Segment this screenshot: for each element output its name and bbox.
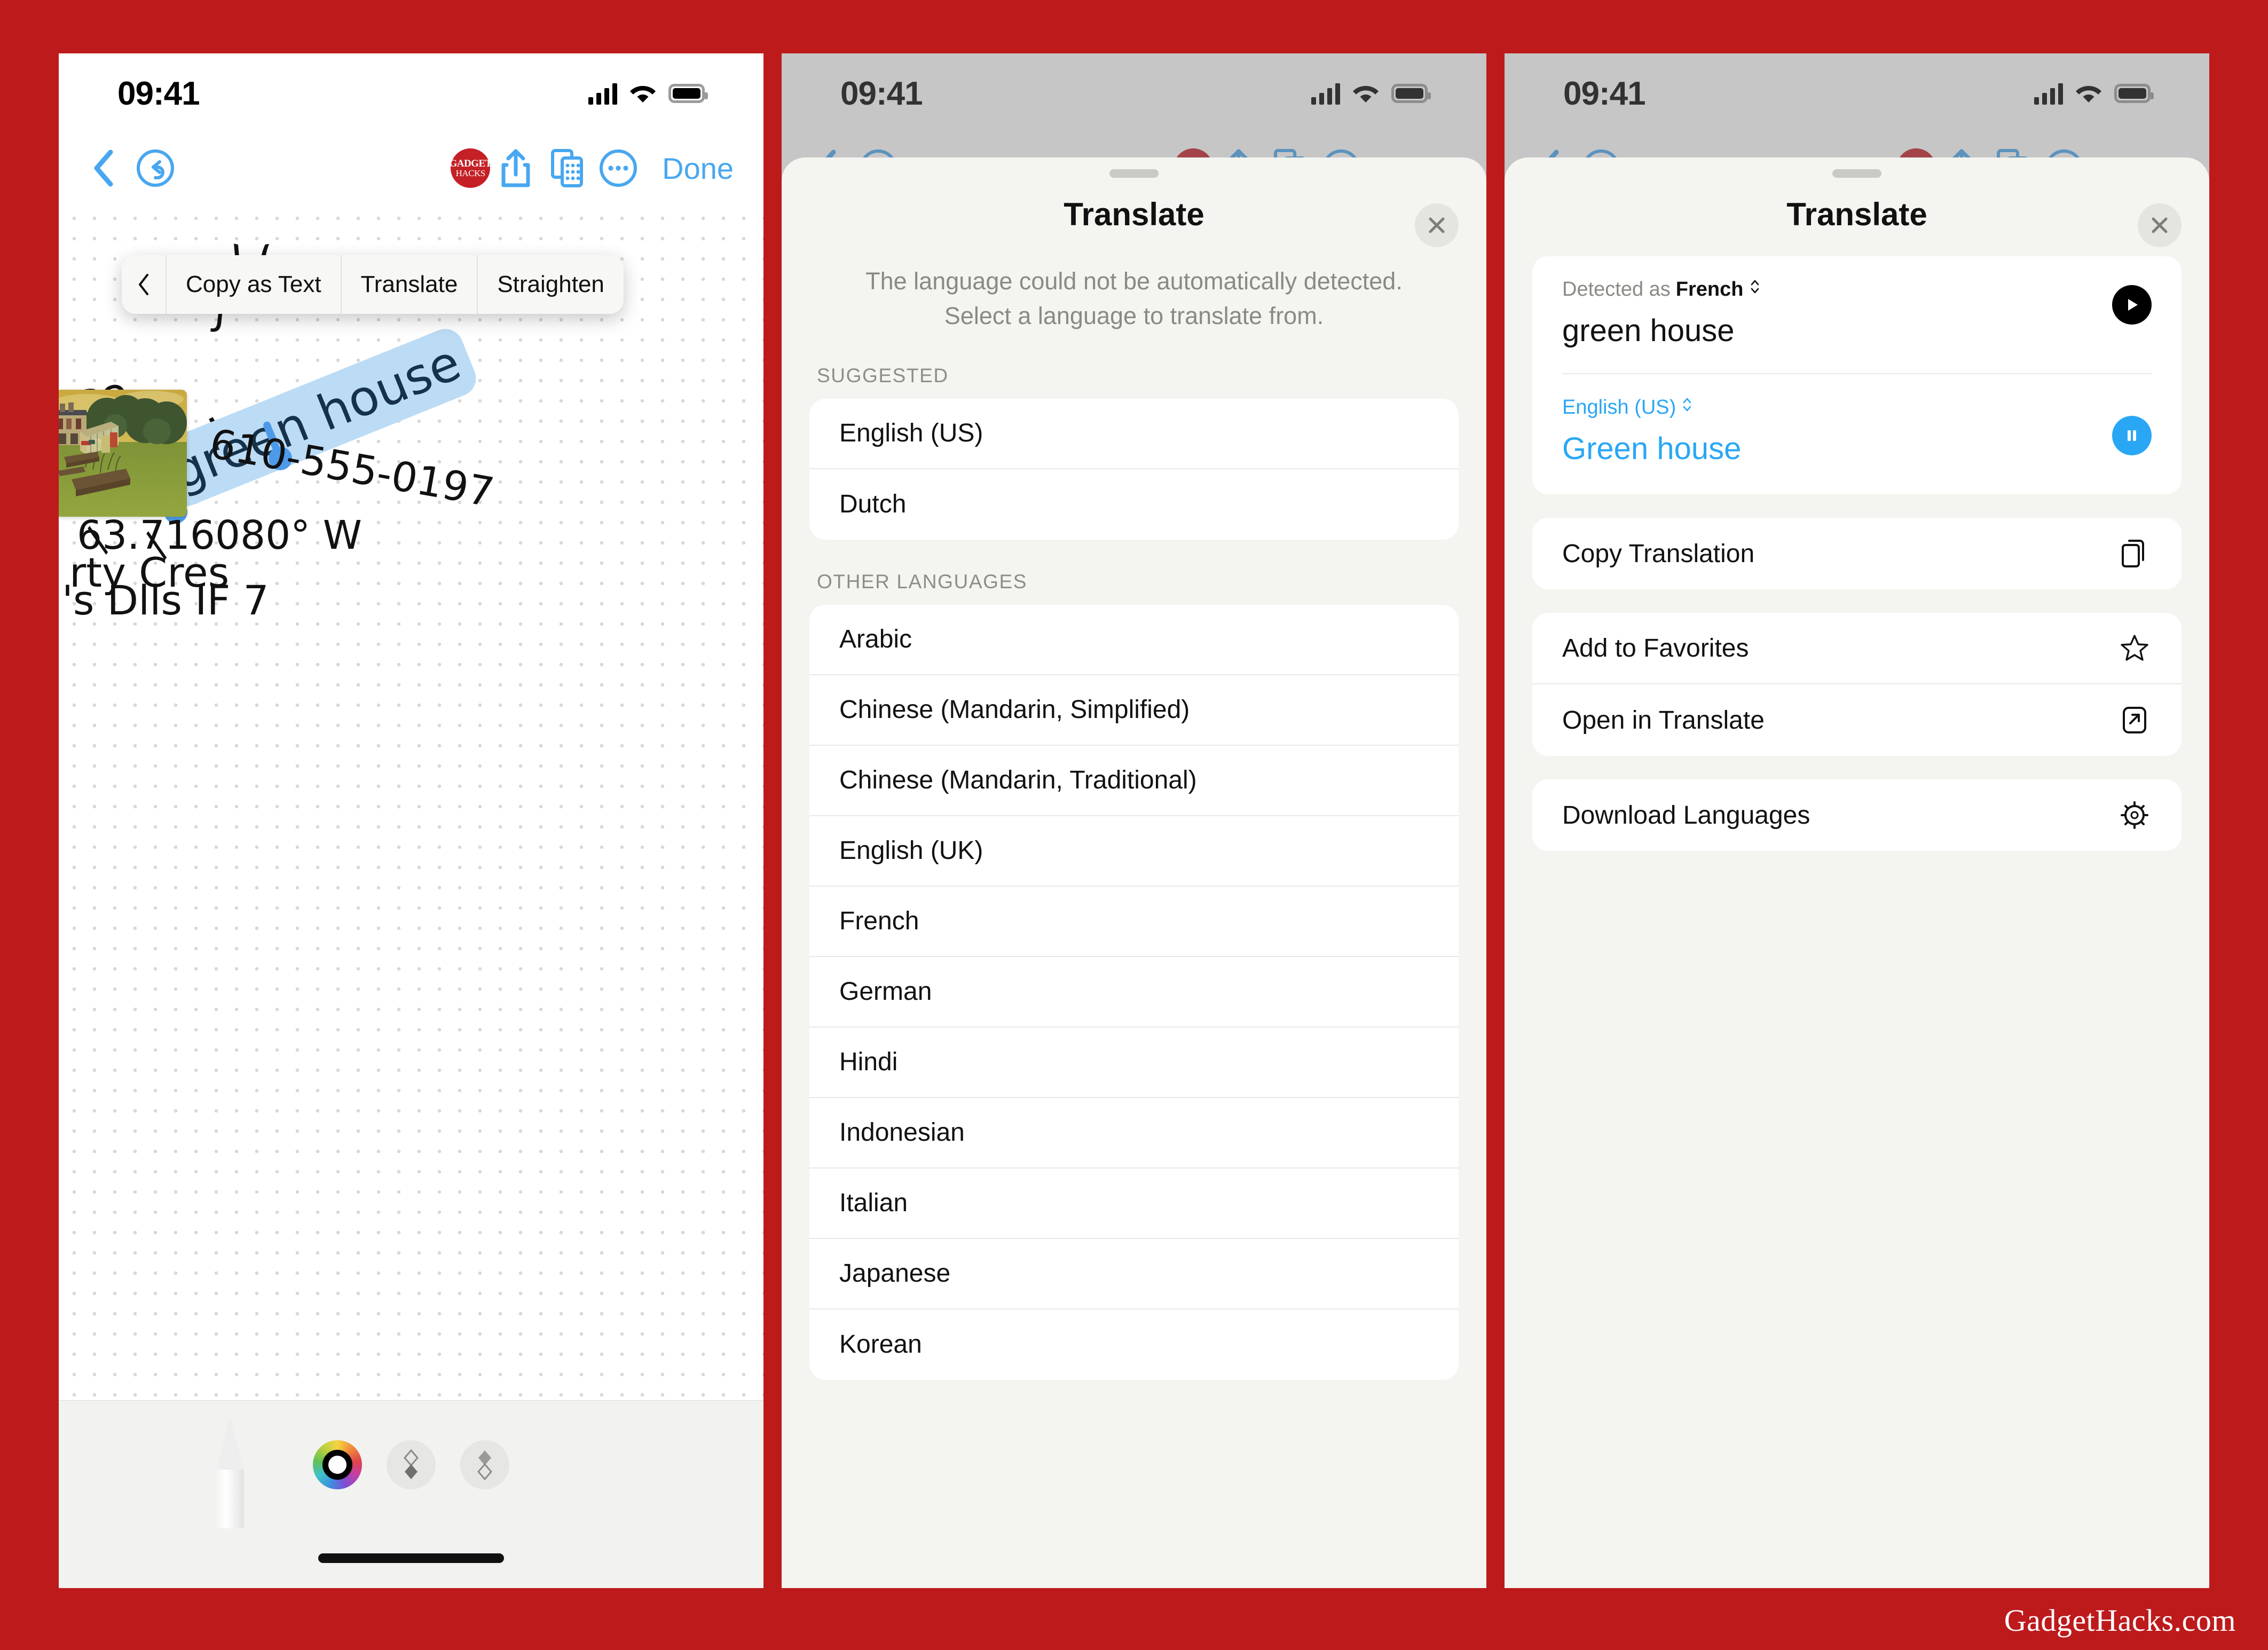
close-icon[interactable] (1415, 203, 1459, 247)
copy-doc-icon (2117, 536, 2152, 571)
phone-panel-language-picker: 09:41 GADGET HACKS Done (782, 53, 1486, 1588)
language-row-korean[interactable]: Korean (809, 1309, 1459, 1380)
home-indicator[interactable] (318, 1553, 504, 1563)
open-external-icon (2117, 703, 2152, 737)
undo-button[interactable] (131, 148, 179, 188)
target-section: English (US) Green house (1562, 373, 2152, 494)
brand-bottom-text: HACKS (455, 168, 486, 178)
detection-message: The language could not be automatically … (782, 264, 1486, 334)
back-button[interactable] (84, 149, 122, 187)
action-copy-translation[interactable]: Copy Translation (1532, 518, 2182, 589)
sheet-title: Translate (1064, 196, 1204, 232)
status-time: 09:41 (117, 75, 200, 112)
source-text: green house (1562, 313, 1735, 348)
context-menu-translate[interactable]: Translate (342, 255, 478, 314)
action-open-in-translate[interactable]: Open in Translate (1532, 684, 2182, 756)
notes-toolbar: GADGET HACKS Done (59, 133, 763, 203)
context-menu: Copy as Text Translate Straighten (122, 255, 624, 314)
action-download-languages[interactable]: Download Languages (1532, 779, 2182, 851)
source-language-value: French (1675, 278, 1744, 301)
wifi-icon (629, 83, 657, 104)
language-row-english-uk[interactable]: English (UK) (809, 816, 1459, 887)
share-button[interactable] (490, 147, 541, 190)
source-section: Detected as French green house (1562, 256, 2152, 373)
phone-panel-notes: 09:41 GADGET HACKS Done / / green house … (59, 53, 763, 1588)
language-row-french[interactable]: French (809, 887, 1459, 957)
detection-message-line2: Select a language to translate from. (944, 302, 1324, 330)
context-menu-straighten[interactable]: Straighten (478, 255, 624, 314)
language-row-arabic[interactable]: Arabic (809, 605, 1459, 675)
target-language-selector[interactable]: English (US) (1562, 396, 2152, 419)
brand-top-text: GADGET (449, 158, 492, 169)
context-menu-copy-as-text[interactable]: Copy as Text (167, 255, 342, 314)
download-languages-card: Download Languages (1532, 779, 2182, 851)
action-add-to-favorites[interactable]: Add to Favorites (1532, 613, 2182, 684)
status-bar: 09:41 (59, 53, 763, 133)
color-wheel-button[interactable] (313, 1440, 362, 1489)
chevron-up-down-icon (1681, 396, 1695, 419)
battery-icon (668, 84, 708, 103)
pages-button[interactable] (541, 147, 593, 189)
other-languages-section-header: OTHER LANGUAGES (817, 570, 1028, 593)
star-icon (2117, 631, 2152, 665)
context-menu-back-button[interactable] (122, 255, 167, 314)
sheet-grabber[interactable] (1832, 169, 1881, 178)
layers-button-1[interactable] (387, 1440, 436, 1489)
handwriting-address-2: 's Dlls IF 7 (62, 577, 269, 624)
suggested-section-header: SUGGESTED (817, 364, 949, 386)
language-row-dutch[interactable]: Dutch (809, 469, 1459, 540)
translate-language-sheet: Translate The language could not be auto… (782, 157, 1486, 1588)
status-icons (588, 82, 708, 105)
language-row-chinese-traditional[interactable]: Chinese (Mandarin, Traditional) (809, 746, 1459, 816)
close-icon[interactable] (2138, 203, 2182, 247)
gear-icon (2117, 798, 2152, 832)
suggested-languages-card: English (US) Dutch (809, 398, 1459, 540)
gadget-hacks-logo: GADGET HACKS (449, 148, 492, 188)
other-languages-card: Arabic Chinese (Mandarin, Simplified) Ch… (809, 604, 1459, 1380)
language-row-german[interactable]: German (809, 957, 1459, 1028)
action-label: Copy Translation (1562, 539, 1755, 568)
language-row-english-us[interactable]: English (US) (809, 399, 1459, 469)
copy-translation-card: Copy Translation (1532, 518, 2182, 589)
cellular-signal-icon (588, 82, 617, 105)
sheet-title: Translate (1786, 196, 1927, 232)
language-row-italian[interactable]: Italian (809, 1169, 1459, 1239)
note-canvas[interactable]: \ ( J use story garden / / green house (59, 203, 763, 1588)
translation-result-card: Detected as French green house English (… (1532, 256, 2182, 494)
favorites-open-card: Add to Favorites Open in Translate (1532, 613, 2182, 756)
sheet-grabber[interactable] (1109, 169, 1159, 178)
detection-message-line1: The language could not be automatically … (865, 267, 1403, 295)
action-label: Add to Favorites (1562, 634, 1749, 662)
play-source-audio-button[interactable] (2112, 285, 2152, 325)
action-label: Download Languages (1562, 801, 1810, 830)
target-language-value: English (US) (1562, 396, 1676, 419)
phone-panel-translation-result: 09:41 GADGET HACKS Done (1505, 53, 2209, 1588)
language-row-hindi[interactable]: Hindi (809, 1028, 1459, 1098)
chevron-up-down-icon (1749, 278, 1763, 301)
language-row-japanese[interactable]: Japanese (809, 1239, 1459, 1309)
pause-target-audio-button[interactable] (2112, 416, 2152, 455)
home-indicator-area (59, 1528, 763, 1588)
detected-as-label: Detected as (1562, 278, 1671, 301)
translate-result-sheet: Translate Detected as French green house (1505, 157, 2209, 1588)
note-photo-greenhouse[interactable] (59, 390, 187, 517)
more-options-button[interactable] (593, 148, 644, 188)
action-label: Open in Translate (1562, 706, 1765, 735)
pencil-toolbar (59, 1400, 763, 1528)
source-language-selector[interactable]: Detected as French (1562, 278, 2152, 301)
language-row-chinese-simplified[interactable]: Chinese (Mandarin, Simplified) (809, 675, 1459, 746)
apple-pencil-icon[interactable] (216, 1416, 244, 1528)
language-row-indonesian[interactable]: Indonesian (809, 1098, 1459, 1169)
watermark: GadgetHacks.com (2004, 1603, 2236, 1638)
layers-button-2[interactable] (460, 1440, 509, 1489)
target-text: Green house (1562, 431, 1742, 466)
done-button[interactable]: Done (662, 151, 734, 186)
